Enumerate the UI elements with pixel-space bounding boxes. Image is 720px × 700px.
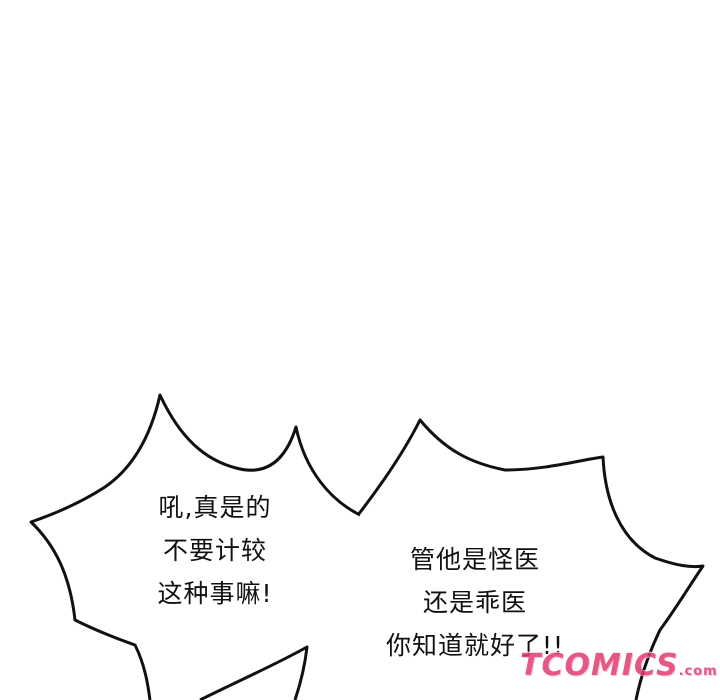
speech-text-left: 吼,真是的 不要计较 这种事嘛! — [120, 486, 310, 615]
speech-line: 不要计较 — [162, 536, 267, 565]
speech-line: 还是乖医 — [422, 588, 527, 617]
watermark-suffix: .com — [678, 664, 718, 679]
watermark-logo: TCOMICS.com — [520, 648, 720, 688]
comic-panel: 吼,真是的 不要计较 这种事嘛! 管他是怪医 还是乖医 你知道就好了!! TCO… — [0, 0, 720, 700]
speech-line: 管他是怪医 — [409, 545, 540, 574]
speech-line: 吼,真是的 — [158, 493, 272, 522]
speech-line: 这种事嘛! — [157, 579, 273, 608]
speech-bubble-left-tail — [199, 645, 309, 700]
watermark-text: TCOMICS — [520, 648, 679, 683]
